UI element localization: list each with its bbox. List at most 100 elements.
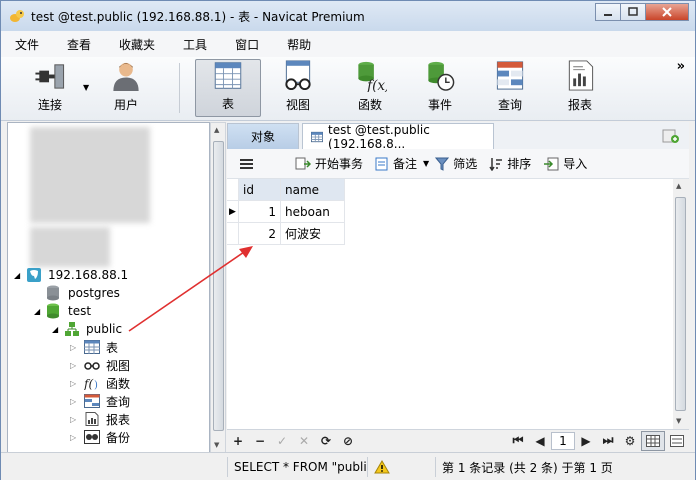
scroll-down-icon[interactable]: ▼ [676,417,681,425]
grid-toolbar: 开始事务 备注 ▼ 筛选 排序 导入 [227,149,689,179]
import-button[interactable]: 导入 [543,155,587,172]
scroll-up-icon[interactable]: ▲ [676,182,681,190]
sort-button[interactable]: 排序 [489,155,531,172]
collapse-arrow-icon[interactable]: ◢ [14,271,26,280]
function-button[interactable]: f(x) 函数 [337,59,403,117]
tree-item-tables[interactable]: ▷ 表 [70,338,118,356]
expand-arrow-icon[interactable]: ▷ [70,379,84,388]
table-cell[interactable]: 1 [239,201,281,223]
connection-dropdown-icon[interactable]: ▼ [83,83,89,92]
table-cell[interactable]: heboan [281,201,345,223]
begin-transaction-label: 开始事务 [315,157,364,171]
delete-record-button[interactable]: − [249,431,271,451]
tree-item-functions[interactable]: ▷ f( ) 函数 [70,374,130,392]
tree-item-backups[interactable]: ▷ 备份 [70,428,130,446]
settings-gear-icon[interactable]: ⚙ [619,431,641,451]
table-label: 表 [221,97,234,111]
menu-favorites[interactable]: 收藏夹 [105,36,169,53]
database-label: postgres [68,286,120,300]
schema-icon [65,322,79,336]
filter-button[interactable]: 筛选 [435,155,477,172]
menu-bar: 文件 查看 收藏夹 工具 窗口 帮助 [1,31,695,57]
note-icon [375,157,388,170]
collapse-arrow-icon[interactable]: ◢ [34,307,46,316]
menu-help[interactable]: 帮助 [273,36,325,53]
scroll-down-icon[interactable]: ▼ [214,441,219,449]
report-label: 报表 [567,98,592,112]
note-button[interactable]: 备注 [375,155,417,172]
tree-scroll-thumb[interactable] [213,141,224,431]
column-header-name[interactable]: name [281,179,345,201]
event-label: 事件 [427,98,452,112]
begin-transaction-button[interactable]: 开始事务 [295,155,363,172]
menu-tools[interactable]: 工具 [169,36,221,53]
cell-value: 何波安 [285,227,322,241]
note-dropdown-icon[interactable]: ▼ [423,159,429,168]
tree-db-postgres[interactable]: postgres [34,284,120,302]
stop-button[interactable]: ⊘ [337,431,359,451]
form-view-button[interactable] [665,431,689,451]
expand-arrow-icon[interactable]: ▷ [70,361,84,370]
connection-label: 192.168.88.1 [48,268,129,282]
event-button[interactable]: 事件 [407,59,473,117]
sort-icon [489,157,503,171]
page-number-field[interactable]: 1 [551,431,575,450]
scroll-up-icon[interactable]: ▲ [214,126,219,134]
grid-view-button[interactable] [641,430,665,451]
grid-scroll-thumb[interactable] [675,197,686,411]
first-page-button[interactable]: ⏮ [507,431,529,451]
close-button[interactable] [645,3,689,21]
refresh-button[interactable]: ⟳ [315,431,337,451]
tree-item-queries[interactable]: ▷ 查询 [70,392,130,410]
form-view-icon [670,434,684,447]
import-label: 导入 [563,157,588,171]
last-page-button[interactable]: ⏭ [597,431,619,451]
minimize-button[interactable] [595,3,621,21]
user-icon [113,62,139,92]
view-glasses-icon [285,60,311,91]
database-icon [47,285,59,301]
table-button[interactable]: 表 [195,59,261,117]
column-header-id[interactable]: id [239,179,281,201]
expand-arrow-icon[interactable]: ▷ [70,433,84,442]
sort-label: 排序 [507,157,532,171]
menu-window[interactable]: 窗口 [221,36,273,53]
status-warning[interactable] [367,457,433,477]
tab-objects[interactable]: 对象 [227,123,299,149]
table-cell[interactable]: 2 [239,223,281,245]
menu-file[interactable]: 文件 [1,36,53,53]
tree-item-views[interactable]: ▷ 视图 [70,356,130,374]
report-button[interactable]: 报表 [547,59,613,117]
view-button[interactable]: 视图 [265,59,331,117]
tab-table-data[interactable]: test @test.public (192.168.8... [302,123,494,151]
status-sql-text: SELECT * FROM "public [234,460,367,474]
collapse-arrow-icon[interactable]: ◢ [52,325,64,334]
maximize-button[interactable] [620,3,646,21]
new-tab-button[interactable] [653,123,689,149]
expand-arrow-icon[interactable]: ▷ [70,397,84,406]
toolbar-more-icon[interactable]: » [677,59,685,74]
table-cell[interactable]: 何波安 [281,223,345,245]
apply-changes-button[interactable]: ✓ [271,431,293,451]
query-button[interactable]: 查询 [477,59,543,117]
view-label: 视图 [285,98,310,112]
grid-menu-button[interactable] [239,157,259,171]
grid-scrollbar[interactable]: ▲ ▼ [673,179,689,429]
tree-item-reports[interactable]: ▷ 报表 [70,410,130,428]
tree-schema-public[interactable]: ◢ public [52,320,122,338]
tab-objects-label: 对象 [250,130,275,144]
expand-arrow-icon[interactable]: ▷ [70,415,84,424]
cell-value: 2 [268,226,276,241]
tree-connection[interactable]: ◢ 192.168.88.1 [14,266,128,284]
menu-view[interactable]: 查看 [53,36,105,53]
discard-changes-button[interactable]: ✕ [293,431,315,451]
tree-db-test[interactable]: ◢ test [34,302,91,320]
next-page-button[interactable]: ▶ [575,431,597,451]
user-button[interactable]: 用户 [93,59,159,117]
tree-scrollbar[interactable]: ▲ ▼ [210,122,226,454]
maximize-icon [628,7,638,16]
expand-arrow-icon[interactable]: ▷ [70,343,84,352]
connection-button[interactable]: 连接 [17,59,83,117]
previous-page-button[interactable]: ◀ [529,431,551,451]
add-record-button[interactable]: + [227,431,249,451]
